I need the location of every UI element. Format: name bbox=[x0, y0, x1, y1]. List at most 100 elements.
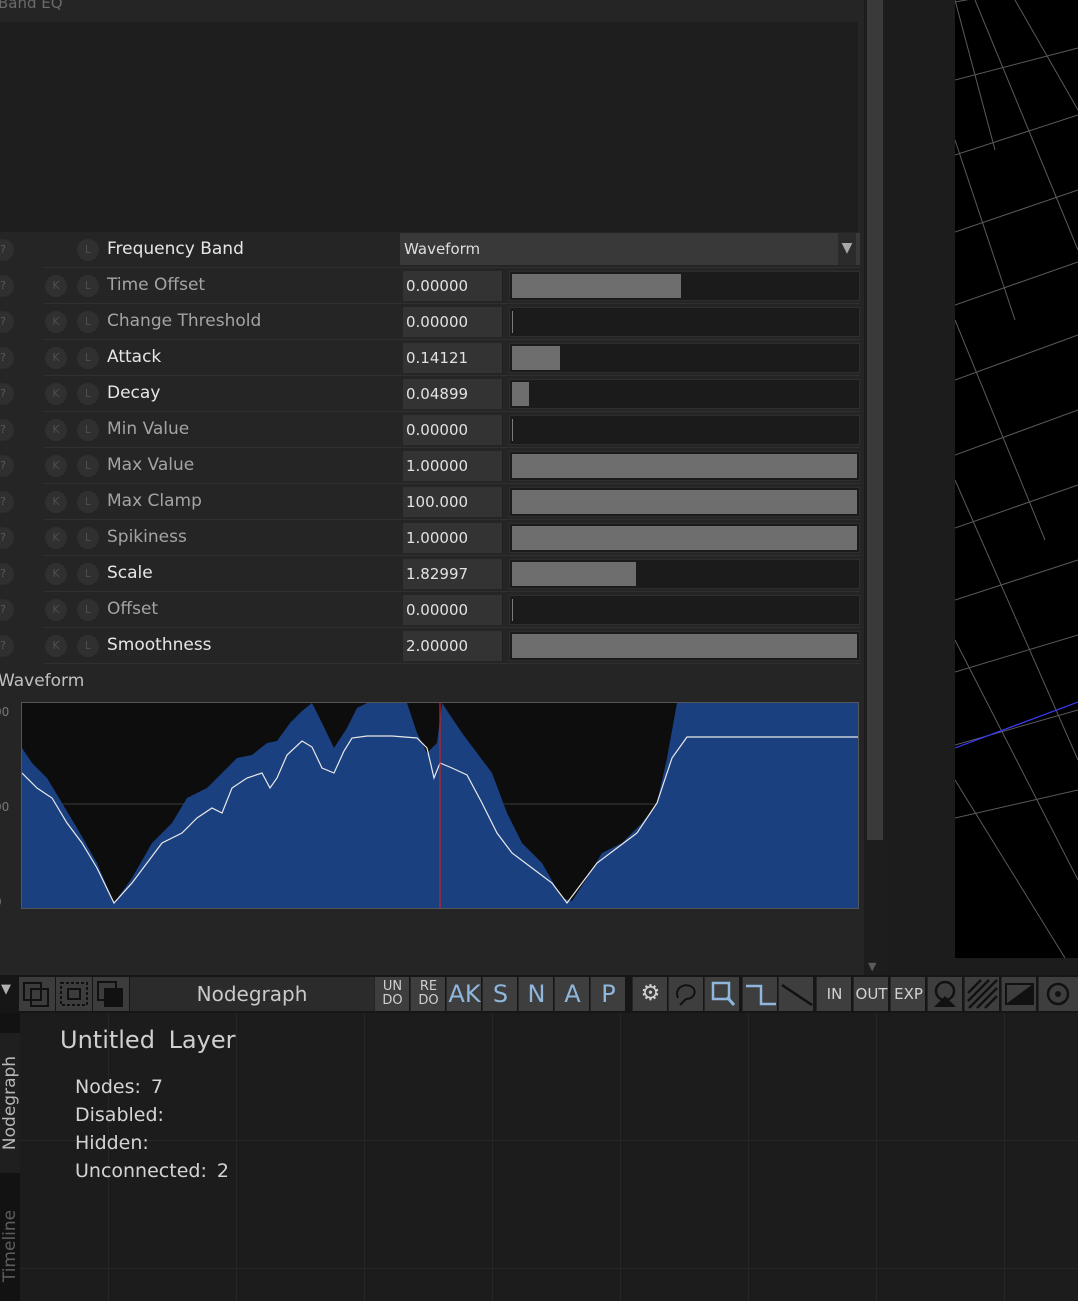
waveform-display[interactable] bbox=[21, 702, 859, 909]
stat-value: 7 bbox=[150, 1076, 163, 1098]
keyframe-button[interactable]: K bbox=[45, 347, 67, 369]
param-value-field[interactable]: 100.000 bbox=[403, 487, 503, 517]
param-slider[interactable] bbox=[509, 415, 860, 445]
help-button[interactable]: ? bbox=[0, 599, 14, 621]
help-button[interactable]: ? bbox=[0, 347, 14, 369]
snap-a-button[interactable]: A bbox=[554, 977, 589, 1011]
help-button[interactable]: ? bbox=[0, 455, 14, 477]
keyframe-button[interactable]: K bbox=[45, 563, 67, 585]
help-button[interactable]: ? bbox=[0, 419, 14, 441]
settings-button[interactable]: ⚙ bbox=[632, 977, 667, 1011]
keyframe-button[interactable]: K bbox=[45, 635, 67, 657]
linear-interpolation-button[interactable] bbox=[778, 977, 813, 1011]
param-slider[interactable] bbox=[509, 343, 860, 373]
param-slider[interactable] bbox=[509, 559, 860, 589]
help-button[interactable]: ? bbox=[0, 527, 14, 549]
tab-nodegraph[interactable]: Nodegraph bbox=[0, 1033, 20, 1173]
help-button[interactable]: ? bbox=[0, 311, 14, 333]
param-value-field[interactable]: 0.00000 bbox=[403, 415, 503, 445]
keyframe-button[interactable]: K bbox=[45, 383, 67, 405]
link-button[interactable]: L bbox=[77, 347, 99, 369]
target-button[interactable] bbox=[1038, 977, 1078, 1011]
param-slider[interactable] bbox=[509, 487, 860, 517]
tab-timeline[interactable]: Timeline bbox=[0, 1191, 20, 1301]
param-value-field[interactable]: 1.00000 bbox=[403, 523, 503, 553]
eq-graph-area[interactable] bbox=[0, 22, 858, 232]
keyframe-button[interactable]: K bbox=[45, 455, 67, 477]
gradient-button[interactable] bbox=[1001, 977, 1036, 1011]
help-button[interactable]: ? bbox=[0, 635, 14, 657]
chevron-down-icon[interactable]: ▼ bbox=[838, 233, 856, 265]
param-slider[interactable] bbox=[509, 451, 860, 481]
properties-scrollbar[interactable]: ▼ bbox=[864, 0, 886, 975]
zoom-select-icon bbox=[711, 981, 736, 1006]
keyframe-button[interactable]: K bbox=[45, 311, 67, 333]
frequency-band-dropdown[interactable]: Waveform ▼ bbox=[400, 233, 860, 265]
out-button[interactable]: OUT bbox=[853, 977, 888, 1011]
link-button[interactable]: L bbox=[77, 527, 99, 549]
help-button[interactable]: ? bbox=[0, 383, 14, 405]
pattern-button[interactable] bbox=[964, 977, 999, 1011]
link-button[interactable]: L bbox=[77, 599, 99, 621]
nodegraph-canvas[interactable]: Untitled Layer Nodes: 7 Disabled: Hidden: Un… bbox=[20, 1013, 1078, 1301]
param-label: Time Offset bbox=[107, 275, 206, 295]
param-value-field[interactable]: 1.00000 bbox=[403, 451, 503, 481]
snap-n-button[interactable]: N bbox=[518, 977, 553, 1011]
snap-p-button[interactable]: P bbox=[590, 977, 625, 1011]
slider-fill bbox=[512, 311, 513, 333]
param-row: ? K L Max Value 1.00000 bbox=[0, 448, 864, 484]
param-value-field[interactable]: 0.00000 bbox=[403, 307, 503, 337]
param-label: Smoothness bbox=[107, 635, 212, 655]
param-slider[interactable] bbox=[509, 271, 860, 301]
help-button[interactable]: ? bbox=[0, 275, 14, 297]
image-node-button[interactable] bbox=[927, 977, 962, 1011]
slider-fill bbox=[512, 346, 561, 370]
link-button[interactable]: L bbox=[77, 563, 99, 585]
zoom-button[interactable] bbox=[704, 977, 739, 1011]
param-value-field[interactable]: 2.00000 bbox=[403, 631, 503, 661]
3d-viewport[interactable] bbox=[955, 0, 1078, 958]
help-button[interactable]: ? bbox=[0, 563, 14, 585]
keyframe-button[interactable]: K bbox=[45, 419, 67, 441]
collapse-icon[interactable]: ▼ bbox=[1, 982, 11, 997]
param-value-field[interactable]: 0.00000 bbox=[403, 271, 503, 301]
link-button[interactable]: L bbox=[77, 491, 99, 513]
param-value-field[interactable]: 1.82997 bbox=[403, 559, 503, 589]
chevron-down-icon[interactable]: ▼ bbox=[868, 960, 876, 973]
param-value-field[interactable]: 0.14121 bbox=[403, 343, 503, 373]
copy-nodes-button[interactable] bbox=[19, 977, 55, 1011]
param-value-field[interactable]: 0.00000 bbox=[403, 595, 503, 625]
link-button[interactable]: L bbox=[77, 311, 99, 333]
snap-s-button[interactable]: S bbox=[482, 977, 517, 1011]
link-button[interactable]: L bbox=[77, 275, 99, 297]
keyframe-button[interactable]: K bbox=[45, 491, 67, 513]
link-button[interactable]: L bbox=[77, 239, 99, 261]
stack-nodes-button[interactable] bbox=[93, 977, 129, 1011]
export-button[interactable]: EXP bbox=[890, 977, 925, 1011]
step-interpolation-button[interactable] bbox=[742, 977, 777, 1011]
param-slider[interactable] bbox=[509, 523, 860, 553]
help-button[interactable]: ? bbox=[0, 491, 14, 513]
group-nodes-button[interactable] bbox=[56, 977, 92, 1011]
lasso-button[interactable] bbox=[668, 977, 703, 1011]
undo-button[interactable]: UN DO bbox=[374, 977, 409, 1011]
param-slider[interactable] bbox=[509, 307, 860, 337]
autokey-label: AK bbox=[448, 980, 481, 1008]
param-slider[interactable] bbox=[509, 379, 860, 409]
link-button[interactable]: L bbox=[77, 455, 99, 477]
link-button[interactable]: L bbox=[77, 419, 99, 441]
param-value-field[interactable]: 0.04899 bbox=[403, 379, 503, 409]
redo-button[interactable]: RE DO bbox=[410, 977, 445, 1011]
autokey-button[interactable]: AK bbox=[446, 977, 481, 1011]
param-slider[interactable] bbox=[509, 595, 860, 625]
link-button[interactable]: L bbox=[77, 383, 99, 405]
in-button[interactable]: IN bbox=[816, 977, 851, 1011]
keyframe-button[interactable]: K bbox=[45, 599, 67, 621]
link-button[interactable]: L bbox=[77, 635, 99, 657]
keyframe-button[interactable]: K bbox=[45, 275, 67, 297]
slider-fill bbox=[512, 490, 857, 514]
param-slider[interactable] bbox=[509, 631, 860, 661]
keyframe-button[interactable]: K bbox=[45, 527, 67, 549]
scrollbar-thumb[interactable] bbox=[867, 0, 883, 840]
help-button[interactable]: ? bbox=[0, 239, 14, 261]
